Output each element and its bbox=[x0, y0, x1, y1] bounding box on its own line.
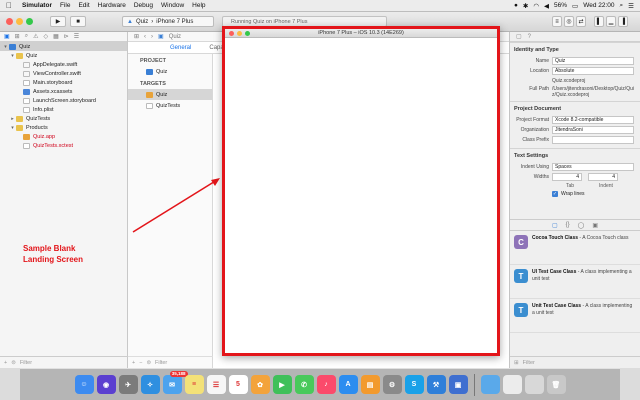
appstore-icon[interactable]: A bbox=[338, 375, 358, 394]
music-icon[interactable]: ♪ bbox=[316, 375, 336, 394]
reminders-icon[interactable]: ☰ bbox=[206, 375, 226, 394]
simulator-zoom-button[interactable] bbox=[245, 31, 250, 36]
simulator-icon[interactable]: ▣ bbox=[448, 375, 468, 394]
skype-icon[interactable]: S bbox=[404, 375, 424, 394]
photos-icon[interactable]: ✿ bbox=[250, 375, 270, 394]
blank-app-screen[interactable] bbox=[225, 38, 497, 353]
simulator-titlebar[interactable]: iPhone 7 Plus – iOS 10.3 (14E269) bbox=[225, 29, 497, 38]
simulator-title: iPhone 7 Plus – iOS 10.3 (14E269) bbox=[318, 30, 404, 36]
ibooks-icon[interactable]: ▤ bbox=[360, 375, 380, 394]
calendar-icon[interactable]: 5 bbox=[228, 375, 248, 394]
simulator-window[interactable]: iPhone 7 Plus – iOS 10.3 (14E269) bbox=[222, 26, 500, 356]
xcode-icon[interactable]: ⚒ bbox=[426, 375, 446, 394]
simulator-close-button[interactable] bbox=[229, 31, 234, 36]
trash-icon[interactable]: 🗑 bbox=[546, 375, 566, 394]
dock: ☺ ◉ ✈ ✧ ✉ 35,188 ≡ ☰ 5 ✿ ▶ ✆ ♪ A ▤ ⚙ S ⚒ ▣ 🗑 bbox=[20, 368, 620, 400]
launchpad-icon[interactable]: ✈ bbox=[118, 375, 138, 394]
messages-icon[interactable]: ✆ bbox=[294, 375, 314, 394]
notes-icon[interactable]: ≡ bbox=[184, 375, 204, 394]
mail-icon[interactable]: ✉ 35,188 bbox=[162, 371, 188, 394]
folder-icon[interactable] bbox=[480, 375, 500, 394]
document-icon[interactable] bbox=[502, 375, 522, 394]
annotation-label: Sample Blank Landing Screen bbox=[23, 244, 84, 264]
dock-separator bbox=[473, 373, 475, 396]
facetime-icon[interactable]: ▶ bbox=[272, 375, 292, 394]
siri-icon[interactable]: ◉ bbox=[96, 375, 116, 394]
simulator-minimize-button[interactable] bbox=[237, 31, 242, 36]
safari-icon[interactable]: ✧ bbox=[140, 375, 160, 394]
finder-icon[interactable]: ☺ bbox=[74, 375, 94, 394]
image-icon[interactable] bbox=[524, 375, 544, 394]
preferences-icon[interactable]: ⚙ bbox=[382, 375, 402, 394]
